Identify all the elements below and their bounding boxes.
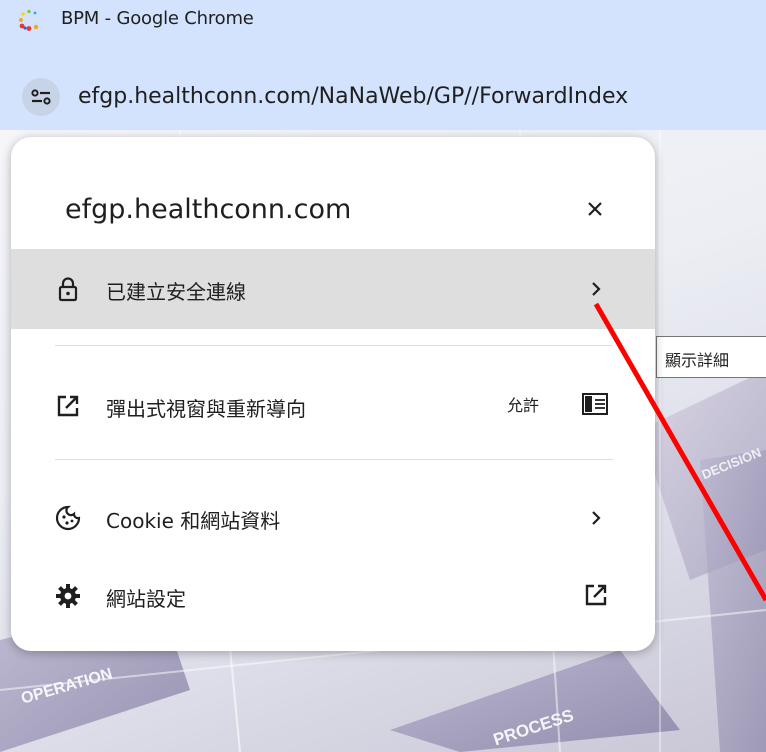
- secure-connection-label: 已建立安全連線: [106, 280, 246, 304]
- titlebar-extension: [0, 36, 766, 68]
- popups-redirects-row[interactable]: 彈出式視窗與重新導向 允許: [11, 356, 655, 456]
- cookie-icon: [55, 505, 81, 531]
- lock-icon: [58, 277, 78, 302]
- cookie-label: Cookie 和網站資料: [106, 509, 281, 533]
- cookie-row[interactable]: Cookie 和網站資料: [11, 483, 655, 553]
- chevron-right-icon: [592, 282, 601, 296]
- close-icon: [588, 202, 602, 216]
- url-text[interactable]: efgp.healthconn.com/NaNaWeb/GP//ForwardI…: [78, 84, 628, 109]
- popups-redirects-label: 彈出式視窗與重新導向: [106, 397, 306, 421]
- app-loading-icon: [19, 9, 39, 31]
- gear-icon: [56, 584, 80, 608]
- site-info-button[interactable]: [22, 78, 60, 116]
- chevron-right-icon: [592, 511, 601, 525]
- divider: [55, 459, 613, 460]
- site-info-popup: efgp.healthconn.com 已建立安全連線 彈出式視窗與重新導向 允…: [11, 137, 655, 651]
- tune-icon: [31, 89, 51, 105]
- popup-domain-title: efgp.healthconn.com: [65, 194, 352, 225]
- close-button[interactable]: [577, 191, 613, 227]
- open-in-new-icon: [585, 584, 607, 606]
- browser-window: BPM - Google Chrome efgp.healthconn.com/…: [0, 0, 766, 752]
- toggle-icon[interactable]: [581, 392, 609, 416]
- open-in-new-icon: [57, 395, 79, 417]
- site-settings-row[interactable]: 網站設定: [11, 565, 655, 625]
- divider: [55, 345, 613, 346]
- window-title: BPM - Google Chrome: [61, 8, 254, 29]
- title-bar: BPM - Google Chrome: [0, 0, 766, 36]
- popups-status: 允許: [507, 396, 540, 415]
- secure-connection-row[interactable]: 已建立安全連線: [11, 249, 655, 329]
- site-settings-label: 網站設定: [106, 587, 186, 611]
- tooltip: 顯示詳細: [656, 336, 766, 378]
